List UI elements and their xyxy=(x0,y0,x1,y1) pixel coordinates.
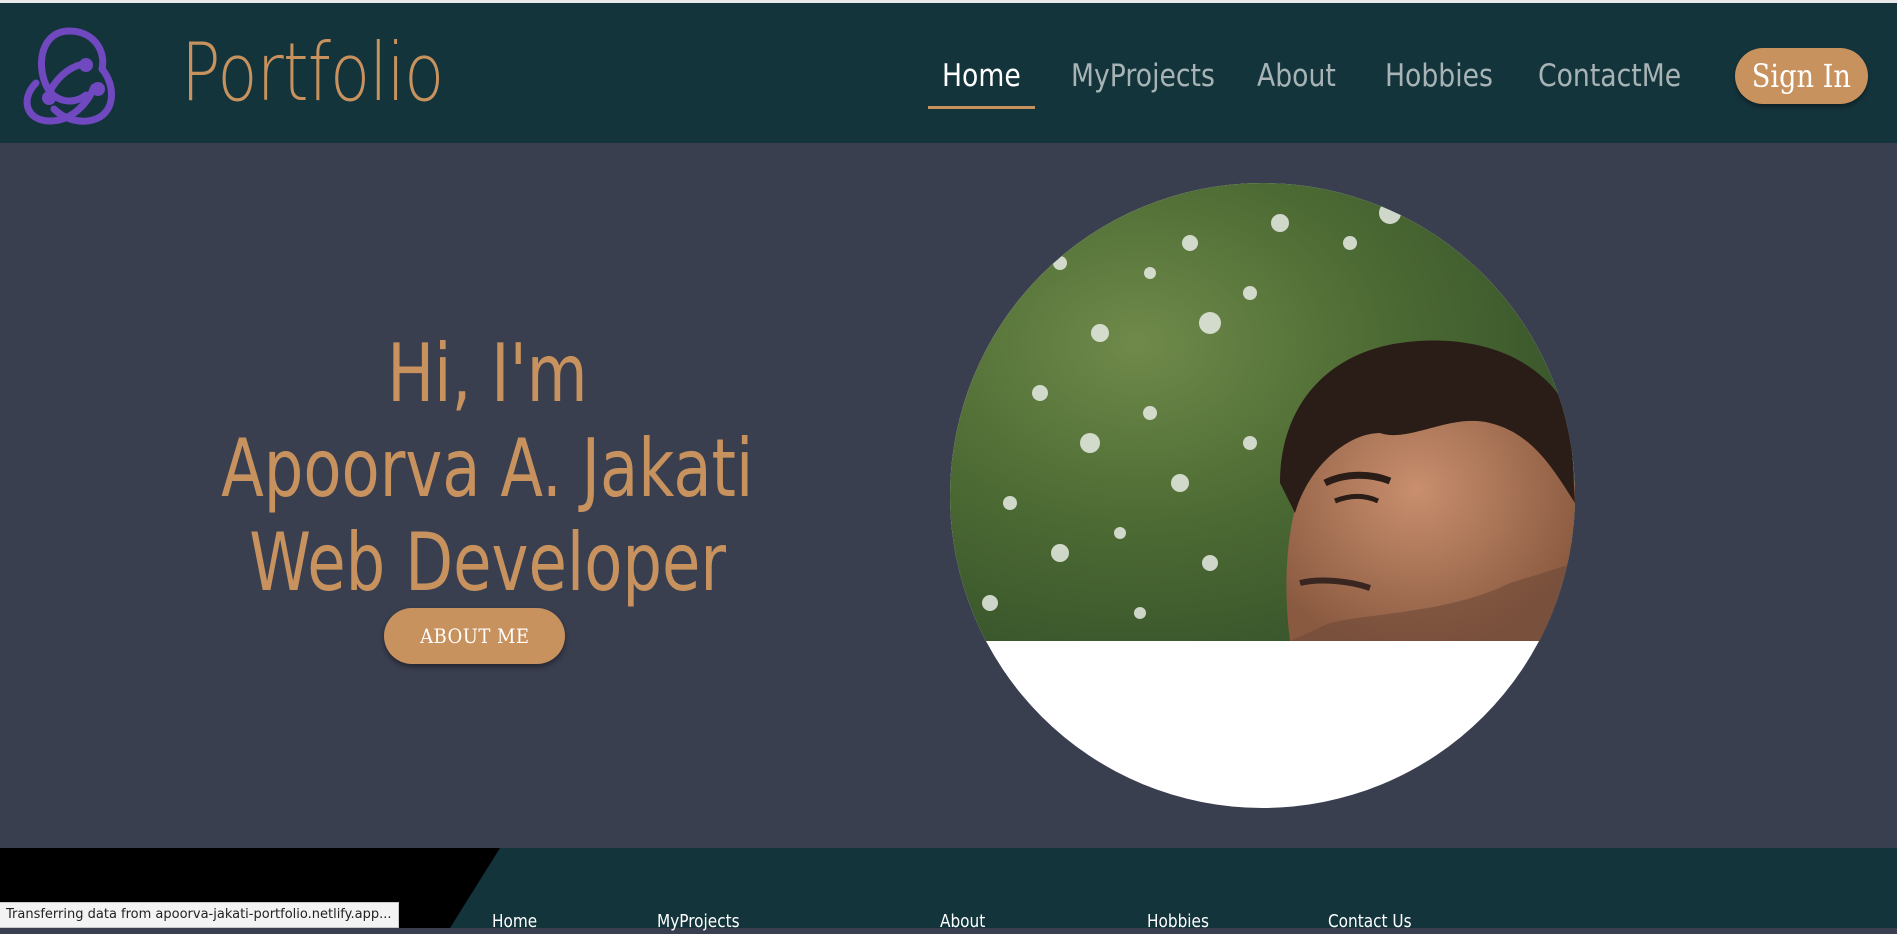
nav-home[interactable]: Home xyxy=(942,53,1021,99)
hero-greeting-text: Hi, I'm xyxy=(387,327,588,420)
hero-role: Web Developer xyxy=(0,515,975,611)
hero-greeting: Hi, I'm xyxy=(0,326,975,422)
sign-in-label: Sign In xyxy=(1751,57,1852,95)
footer-link-home[interactable]: Home xyxy=(492,910,537,934)
nav-about[interactable]: About xyxy=(1257,53,1336,99)
brand-title[interactable]: Portfolio xyxy=(181,25,444,121)
active-nav-underline xyxy=(928,106,1035,109)
site-header: Portfolio Home MyProjects About Hobbies … xyxy=(0,0,1897,143)
nav-myprojects[interactable]: MyProjects xyxy=(1071,53,1215,99)
nav-contactme[interactable]: ContactMe xyxy=(1538,53,1681,99)
browser-status-bar: Transferring data from apoorva-jakati-po… xyxy=(0,902,399,928)
hero-name: Apoorva A. Jakati xyxy=(0,421,975,517)
about-me-label: ABOUT ME xyxy=(419,624,530,648)
footer-link-myprojects[interactable]: MyProjects xyxy=(657,910,740,934)
hero-role-text: Web Developer xyxy=(249,516,726,609)
footer-link-about[interactable]: About xyxy=(940,910,985,934)
hero-name-text: Apoorva A. Jakati xyxy=(221,422,754,515)
redux-logo-icon[interactable] xyxy=(14,23,124,128)
nav-hobbies[interactable]: Hobbies xyxy=(1385,53,1493,99)
sign-in-button[interactable]: Sign In xyxy=(1735,48,1868,104)
profile-photo xyxy=(950,183,1575,808)
about-me-button[interactable]: ABOUT ME xyxy=(384,608,565,664)
footer-link-contact-us[interactable]: Contact Us xyxy=(1328,910,1412,934)
footer-link-hobbies[interactable]: Hobbies xyxy=(1147,910,1209,934)
